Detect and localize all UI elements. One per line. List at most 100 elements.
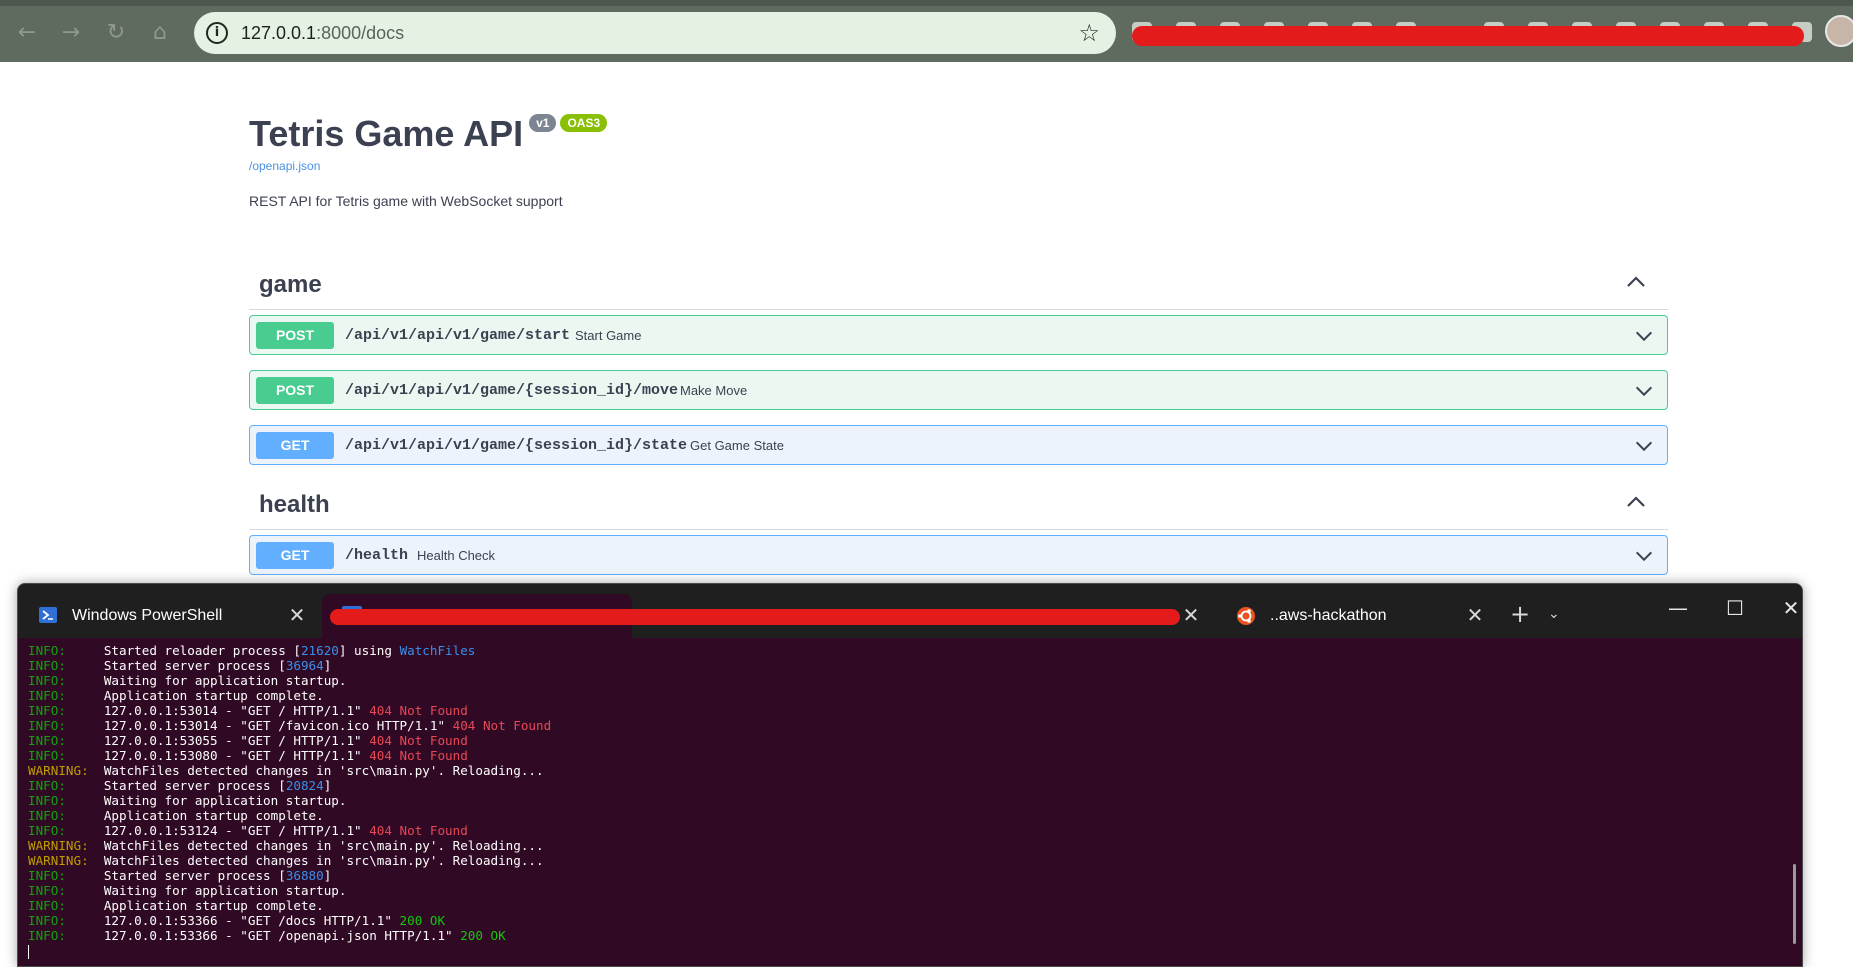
back-icon[interactable]: ← bbox=[14, 20, 40, 46]
log-message: 127.0.0.1:53366 - "GET /openapi.json HTT… bbox=[65, 928, 461, 943]
chevron-down-icon[interactable] bbox=[1633, 545, 1655, 567]
log-message: Application startup complete. bbox=[65, 808, 324, 823]
avatar[interactable] bbox=[1825, 15, 1853, 47]
operation-path: /api/v1/api/v1/game/{session_id}/move bbox=[345, 382, 679, 399]
new-tab-button[interactable]: + bbox=[1510, 602, 1530, 626]
log-line: INFO: 127.0.0.1:53366 - "GET /docs HTTP/… bbox=[28, 913, 1768, 928]
version-badge: v1 bbox=[529, 114, 557, 132]
log-message: Application startup complete. bbox=[65, 898, 324, 913]
log-level: INFO: bbox=[28, 643, 66, 658]
close-icon[interactable]: ✕ bbox=[1464, 604, 1486, 626]
log-level: WARNING: bbox=[28, 838, 89, 853]
log-line: INFO: Waiting for application startup. bbox=[28, 793, 1768, 808]
log-message: Waiting for application startup. bbox=[65, 883, 347, 898]
log-line: INFO: Started server process [20824] bbox=[28, 778, 1768, 793]
log-line: INFO: 127.0.0.1:53080 - "GET / HTTP/1.1"… bbox=[28, 748, 1768, 763]
forward-icon[interactable]: → bbox=[58, 20, 84, 46]
status-error: 404 Not Found bbox=[452, 718, 552, 733]
log-message: 127.0.0.1:53366 - "GET /docs HTTP/1.1" bbox=[65, 913, 400, 928]
log-message: 127.0.0.1:53124 - "GET / HTTP/1.1" bbox=[65, 823, 370, 838]
chevron-down-icon[interactable] bbox=[1633, 325, 1655, 347]
operation-health-check[interactable]: GET /health Health Check bbox=[249, 535, 1668, 575]
log-level: INFO: bbox=[28, 703, 66, 718]
home-icon[interactable]: ⌂ bbox=[147, 20, 173, 46]
log-level: INFO: bbox=[28, 928, 66, 943]
log-message: WatchFiles detected changes in 'src\main… bbox=[88, 838, 544, 853]
log-message: Waiting for application startup. bbox=[65, 673, 347, 688]
log-level: WARNING: bbox=[28, 853, 89, 868]
redaction-mark bbox=[1132, 26, 1804, 46]
process-id: 20824 bbox=[285, 778, 324, 793]
close-icon[interactable]: ✕ bbox=[286, 604, 308, 626]
reload-icon[interactable]: ↻ bbox=[103, 20, 129, 46]
page-title: Tetris Game API bbox=[249, 113, 524, 154]
log-line: INFO: Application startup complete. bbox=[28, 688, 1768, 703]
prompt-line[interactable] bbox=[28, 943, 1768, 959]
chevron-down-icon[interactable] bbox=[1633, 435, 1655, 457]
tab-aws-hackathon[interactable]: ..aws-hackathon ✕ bbox=[1216, 594, 1486, 638]
operation-summary: Start Game bbox=[575, 328, 642, 343]
log-level: WARNING: bbox=[28, 763, 89, 778]
tab-windows-powershell[interactable]: Windows PowerShell ✕ bbox=[18, 594, 318, 638]
method-badge: GET bbox=[256, 542, 334, 569]
tag-name: health bbox=[259, 491, 330, 518]
info-icon[interactable]: i bbox=[206, 22, 228, 44]
close-window-button[interactable]: ✕ bbox=[1771, 594, 1802, 624]
chevron-up-icon[interactable] bbox=[1624, 270, 1648, 294]
log-message: WatchFiles detected changes in 'src\main… bbox=[88, 763, 544, 778]
method-badge: POST bbox=[256, 377, 334, 404]
terminal-scrollbar[interactable] bbox=[1793, 864, 1796, 944]
openapi-json-link[interactable]: /openapi.json bbox=[249, 158, 320, 174]
url-text[interactable]: 127.0.0.1:8000/docs bbox=[241, 23, 404, 43]
terminal-tab-bar: Windows PowerShell ✕ ✕ ..aws-hackathon ✕… bbox=[18, 584, 1802, 638]
star-icon[interactable]: ☆ bbox=[1078, 20, 1100, 46]
log-level: INFO: bbox=[28, 673, 66, 688]
log-line: INFO: Started reloader process [21620] u… bbox=[28, 643, 1768, 658]
log-line: INFO: Waiting for application startup. bbox=[28, 883, 1768, 898]
operation-make-move[interactable]: POST /api/v1/api/v1/game/{session_id}/mo… bbox=[249, 370, 1668, 410]
tag-header-health[interactable]: health bbox=[249, 480, 1668, 530]
operation-get-game-state[interactable]: GET /api/v1/api/v1/game/{session_id}/sta… bbox=[249, 425, 1668, 465]
log-message: 127.0.0.1:53014 - "GET / HTTP/1.1" bbox=[65, 703, 370, 718]
powershell-icon bbox=[39, 607, 57, 623]
status-error: 404 Not Found bbox=[369, 733, 468, 748]
process-id: 36880 bbox=[285, 868, 324, 883]
chevron-down-icon[interactable]: ⌄ bbox=[1548, 604, 1560, 624]
log-level: INFO: bbox=[28, 793, 66, 808]
method-badge: GET bbox=[256, 432, 334, 459]
oas-badge: OAS3 bbox=[560, 114, 608, 132]
log-line: INFO: 127.0.0.1:53366 - "GET /openapi.js… bbox=[28, 928, 1768, 943]
tag-name: game bbox=[259, 271, 322, 298]
operation-path: /api/v1/api/v1/game/start bbox=[345, 327, 571, 344]
ubuntu-icon bbox=[1237, 607, 1255, 625]
tab-strip bbox=[0, 0, 1853, 6]
log-line: INFO: Application startup complete. bbox=[28, 808, 1768, 823]
log-message: 127.0.0.1:53014 - "GET /favicon.ico HTTP… bbox=[65, 718, 453, 733]
log-line: WARNING: WatchFiles detected changes in … bbox=[28, 853, 1768, 868]
operation-start-game[interactable]: POST /api/v1/api/v1/game/start Start Gam… bbox=[249, 315, 1668, 355]
log-message: Application startup complete. bbox=[65, 688, 324, 703]
log-level: INFO: bbox=[28, 733, 66, 748]
chevron-down-icon[interactable] bbox=[1633, 380, 1655, 402]
log-message: ] using bbox=[338, 643, 400, 658]
address-bar[interactable]: i 127.0.0.1:8000/docs ☆ bbox=[194, 12, 1116, 54]
log-level: INFO: bbox=[28, 748, 66, 763]
maximize-button[interactable]: ☐ bbox=[1715, 594, 1755, 624]
browser-toolbar: ← → ↻ ⌂ i 127.0.0.1:8000/docs ☆ bbox=[0, 0, 1853, 62]
status-ok: 200 OK bbox=[399, 913, 446, 928]
log-level: INFO: bbox=[28, 898, 66, 913]
url-host: 127.0.0.1 bbox=[241, 23, 317, 43]
terminal-output[interactable]: INFO: Started reloader process [21620] u… bbox=[28, 643, 1768, 963]
chevron-up-icon[interactable] bbox=[1624, 490, 1648, 514]
minimize-button[interactable]: — bbox=[1658, 594, 1698, 624]
close-icon[interactable]: ✕ bbox=[1180, 604, 1202, 626]
log-line: INFO: Waiting for application startup. bbox=[28, 673, 1768, 688]
log-message: WatchFiles detected changes in 'src\main… bbox=[88, 853, 544, 868]
log-line: INFO: Started server process [36964] bbox=[28, 658, 1768, 673]
api-description: REST API for Tetris game with WebSocket … bbox=[249, 193, 563, 209]
process-id: 36964 bbox=[285, 658, 324, 673]
log-message: ] bbox=[323, 868, 332, 883]
tag-header-game[interactable]: game bbox=[249, 260, 1668, 310]
method-badge: POST bbox=[256, 322, 334, 349]
log-message: ] bbox=[323, 778, 332, 793]
